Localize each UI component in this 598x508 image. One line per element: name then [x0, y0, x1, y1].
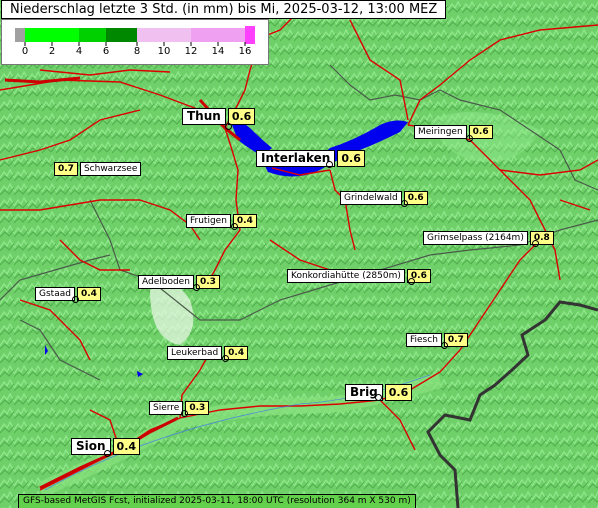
legend-tick-label: 0	[21, 46, 29, 57]
station-name: Sierre	[149, 401, 184, 415]
legend-swatch	[106, 28, 137, 42]
legend-tick-label: 12	[184, 46, 198, 57]
location-marker	[401, 200, 408, 207]
map-title: Niederschlag letzte 3 Std. (in mm) bis M…	[1, 0, 447, 19]
location-marker	[466, 135, 473, 142]
station-name: Schwarzsee	[79, 162, 142, 176]
precipitation-legend: 0 2 4 6 8 10 12 14 16	[1, 19, 269, 65]
location-marker	[326, 161, 333, 168]
station-name: Adelboden	[138, 275, 194, 289]
station-value: 0.3	[185, 401, 210, 415]
station-name: Gstaad	[35, 287, 75, 301]
legend-swatch	[245, 26, 255, 44]
location-marker	[225, 123, 232, 130]
location-marker	[408, 278, 415, 285]
station-name: Grindelwald	[340, 191, 402, 205]
precipitation-map	[0, 0, 598, 508]
location-marker	[375, 394, 382, 401]
legend-swatch	[191, 28, 245, 42]
station-schwarzsee[interactable]: Schwarzsee 0.7	[54, 162, 142, 176]
station-value: 0.6	[384, 384, 413, 401]
legend-tick-label: 6	[102, 46, 110, 57]
station-leukerbad[interactable]: Leukerbad 0.4	[167, 346, 249, 360]
location-marker	[222, 355, 229, 362]
legend-tick-label: 16	[238, 46, 252, 57]
legend-tick-label: 2	[48, 46, 56, 57]
legend-tick-label: 8	[133, 46, 141, 57]
station-adelboden[interactable]: Adelboden 0.3	[138, 275, 220, 289]
station-value: 0.6	[227, 108, 256, 125]
station-name: Thun	[182, 108, 226, 125]
legend-tick-label: 14	[211, 46, 225, 57]
station-name: Frutigen	[186, 214, 231, 228]
legend-swatch	[15, 28, 25, 42]
legend-swatch	[137, 28, 191, 42]
location-marker	[104, 450, 111, 457]
station-fiesch[interactable]: Fiesch 0.7	[406, 333, 468, 347]
station-name: Grimselpass (2164m)	[423, 231, 528, 245]
station-value: 0.6	[337, 150, 365, 167]
location-marker	[532, 240, 539, 247]
station-grindelwald[interactable]: Grindelwald 0.6	[340, 191, 428, 205]
location-marker	[181, 410, 188, 417]
location-marker	[193, 284, 200, 291]
terrain	[0, 0, 598, 508]
station-sierre[interactable]: Sierre 0.3	[149, 401, 210, 415]
location-marker	[231, 223, 238, 230]
station-meiringen[interactable]: Meiringen 0.6	[414, 125, 493, 139]
station-gstaad[interactable]: Gstaad 0.4	[35, 287, 101, 301]
station-value: 0.4	[112, 438, 141, 455]
legend-swatch	[25, 28, 79, 42]
station-name: Konkordiahütte (2850m)	[287, 269, 405, 283]
legend-tick-label: 4	[75, 46, 83, 57]
model-info-footer: GFS-based MetGIS Fcst, initialized 2025-…	[18, 494, 416, 508]
station-name: Meiringen	[414, 125, 467, 139]
station-name: Fiesch	[406, 333, 442, 347]
station-thun[interactable]: Thun 0.6	[182, 108, 256, 125]
station-interlaken[interactable]: Interlaken 0.6	[256, 150, 365, 167]
station-value: 0.4	[76, 287, 101, 301]
legend-swatch	[79, 28, 106, 42]
location-marker	[72, 296, 79, 303]
legend-colorbar	[15, 26, 255, 46]
station-frutigen[interactable]: Frutigen 0.4	[186, 214, 257, 228]
station-name: Interlaken	[256, 150, 336, 167]
location-marker	[441, 342, 448, 349]
station-value: 0.7	[54, 162, 78, 176]
legend-tick-label: 10	[157, 46, 171, 57]
map-viewport[interactable]: Niederschlag letzte 3 Std. (in mm) bis M…	[0, 0, 598, 508]
station-name: Leukerbad	[167, 346, 223, 360]
